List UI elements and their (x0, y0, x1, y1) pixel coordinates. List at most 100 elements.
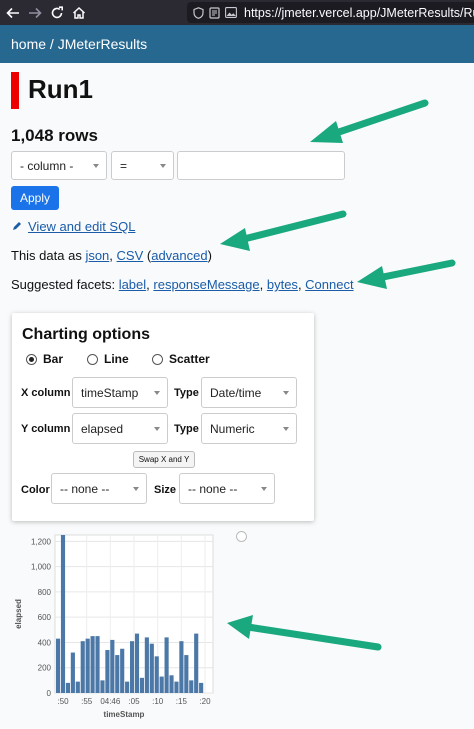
chevron-down-icon (154, 390, 160, 395)
x-type-select[interactable]: Date/time (201, 377, 297, 408)
y-column-label: Y column (21, 423, 71, 435)
site-header: home / JMeterResults (0, 25, 474, 63)
csv-link[interactable]: CSV (117, 248, 144, 263)
view-sql-link[interactable]: View and edit SQL (28, 219, 135, 234)
swap-xy-button[interactable]: Swap X and Y (133, 451, 195, 468)
breadcrumb-home-link[interactable]: home (11, 36, 46, 52)
size-select[interactable]: -- none -- (179, 473, 275, 504)
image-permission-icon[interactable] (225, 7, 237, 18)
home-icon[interactable] (68, 2, 90, 24)
export-comma: , (109, 248, 117, 263)
chart-bar (159, 676, 164, 693)
x-type-value: Date/time (210, 385, 262, 400)
chart-type-scatter[interactable]: Scatter (152, 352, 210, 366)
chart-bar (100, 680, 105, 693)
x-column-select[interactable]: timeStamp (72, 377, 168, 408)
row-count: 1,048 rows (11, 126, 98, 145)
chart-x-tick-label: :50 (57, 697, 69, 706)
radio-button-selected[interactable] (26, 353, 37, 365)
x-column-value: timeStamp (81, 385, 139, 400)
x-type-label: Type (174, 387, 199, 399)
chart-x-tick-label: :10 (152, 697, 164, 706)
suggested-facets-row: Suggested facets: label, responseMessage… (11, 277, 354, 292)
chart-y-tick-label: 800 (38, 588, 52, 597)
charting-options-panel: Charting options Bar Line Scatter X colu… (12, 313, 314, 521)
chart-x-tick-label: :05 (128, 697, 140, 706)
chart-x-tick-label: :15 (176, 697, 188, 706)
export-row: This data as json, CSV (advanced) (11, 248, 212, 263)
size-label: Size (154, 484, 177, 496)
chart-y-tick-label: 400 (38, 638, 52, 647)
y-column-select[interactable]: elapsed (72, 413, 168, 444)
breadcrumb-database-link[interactable]: JMeterResults (58, 36, 147, 52)
column-select-value: - column - (20, 158, 74, 173)
operator-select-value: = (120, 158, 128, 173)
chart-bar (70, 652, 75, 693)
chevron-down-icon (261, 486, 267, 491)
breadcrumb-separator: / (46, 36, 58, 52)
url-text[interactable]: https://jmeter.vercel.app/JMeterResults/… (244, 6, 474, 20)
chart-bar (85, 638, 90, 693)
breadcrumb: home / JMeterResults (11, 36, 147, 52)
title-accent-bar (11, 72, 19, 109)
export-close-paren: ) (207, 248, 212, 263)
radio-button[interactable] (236, 531, 247, 542)
url-bar[interactable]: https://jmeter.vercel.app/JMeterResults/… (187, 2, 474, 23)
chart-type-bar[interactable]: Bar (26, 352, 63, 366)
chart-bar (154, 656, 159, 693)
color-select[interactable]: -- none -- (51, 473, 147, 504)
chart-y-tick-label: 1,200 (31, 537, 52, 546)
chart-bar (184, 655, 189, 693)
chevron-down-icon (283, 426, 289, 431)
reload-icon[interactable] (46, 2, 68, 24)
chart-bar (65, 682, 70, 693)
advanced-link[interactable]: advanced (151, 248, 207, 263)
column-select[interactable]: - column - (11, 151, 107, 180)
shield-icon[interactable] (193, 6, 204, 19)
chart-bar (134, 633, 140, 693)
json-link[interactable]: json (85, 248, 109, 263)
radio-button[interactable] (152, 353, 163, 365)
page-title: Run1 (28, 74, 93, 104)
chart-bar (194, 633, 199, 693)
chart-bar (189, 680, 194, 693)
chart-bar (95, 636, 100, 693)
chart-y-axis-label: elapsed (14, 599, 23, 629)
y-type-select[interactable]: Numeric (201, 413, 297, 444)
chart-type-line[interactable]: Line (87, 352, 129, 366)
facet-link-connect[interactable]: Connect (305, 277, 353, 292)
chart-y-tick-label: 600 (38, 613, 52, 622)
chart-x-tick-label: :55 (81, 697, 93, 706)
y-column-value: elapsed (81, 421, 124, 436)
chart-bar (105, 650, 110, 693)
charting-options-title: Charting options (22, 326, 150, 343)
color-label: Color (21, 484, 50, 496)
apply-button[interactable]: Apply (11, 186, 59, 210)
chart-bar (75, 681, 80, 693)
facet-separator: , (259, 277, 267, 292)
chart-bar (199, 682, 204, 693)
facet-link-responsemessage[interactable]: responseMessage (153, 277, 259, 292)
chart-x-axis-label: timeStamp (104, 710, 145, 719)
browser-toolbar: https://jmeter.vercel.app/JMeterResults/… (0, 0, 474, 25)
chart-bar (115, 655, 120, 693)
chart-bar (144, 637, 149, 693)
forward-arrow-icon[interactable] (24, 2, 46, 24)
chevron-down-icon (133, 486, 139, 491)
chart-x-tick-label: 04:46 (100, 697, 121, 706)
operator-select[interactable]: = (111, 151, 174, 180)
facet-link-label[interactable]: label (119, 277, 146, 292)
chart-bar (80, 641, 85, 693)
page-icon[interactable] (209, 6, 220, 19)
chevron-down-icon (160, 163, 166, 168)
chart-bar (110, 639, 115, 693)
radio-button[interactable] (87, 353, 98, 365)
back-arrow-icon[interactable] (2, 2, 24, 24)
chevron-down-icon (283, 390, 289, 395)
facet-link-bytes[interactable]: bytes (267, 277, 298, 292)
chart-bar (164, 637, 169, 693)
filter-value-input[interactable] (177, 151, 345, 180)
color-select-value: -- none -- (60, 481, 110, 496)
chart-bar (90, 636, 95, 693)
facets-prefix: Suggested facets: (11, 277, 119, 292)
